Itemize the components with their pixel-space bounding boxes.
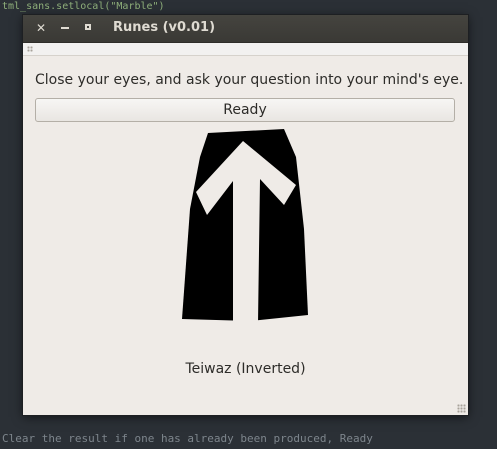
menubar [23,43,468,56]
close-icon[interactable]: ✕ [33,20,49,36]
maximize-icon[interactable] [81,20,97,36]
rune-result-label: Teiwaz (Inverted) [185,361,306,377]
question-prompt: Close your eyes, and ask your question i… [35,72,464,88]
editor-top-line: tml_sans.setlocal("Marble") [2,1,165,12]
titlebar[interactable]: ✕ Runes (v0.01) [23,15,468,43]
ready-button[interactable]: Ready [35,98,455,122]
menubar-grip-icon [27,46,33,52]
resize-grip-icon[interactable] [457,404,466,413]
window-title: Runes (v0.01) [113,20,216,35]
runes-window: ✕ Runes (v0.01) Close your eyes, and ask… [23,15,468,415]
teiwaz-rune-icon [182,129,308,321]
editor-bottom-line: Clear the result if one has already been… [2,432,373,445]
minimize-icon[interactable] [57,20,73,36]
